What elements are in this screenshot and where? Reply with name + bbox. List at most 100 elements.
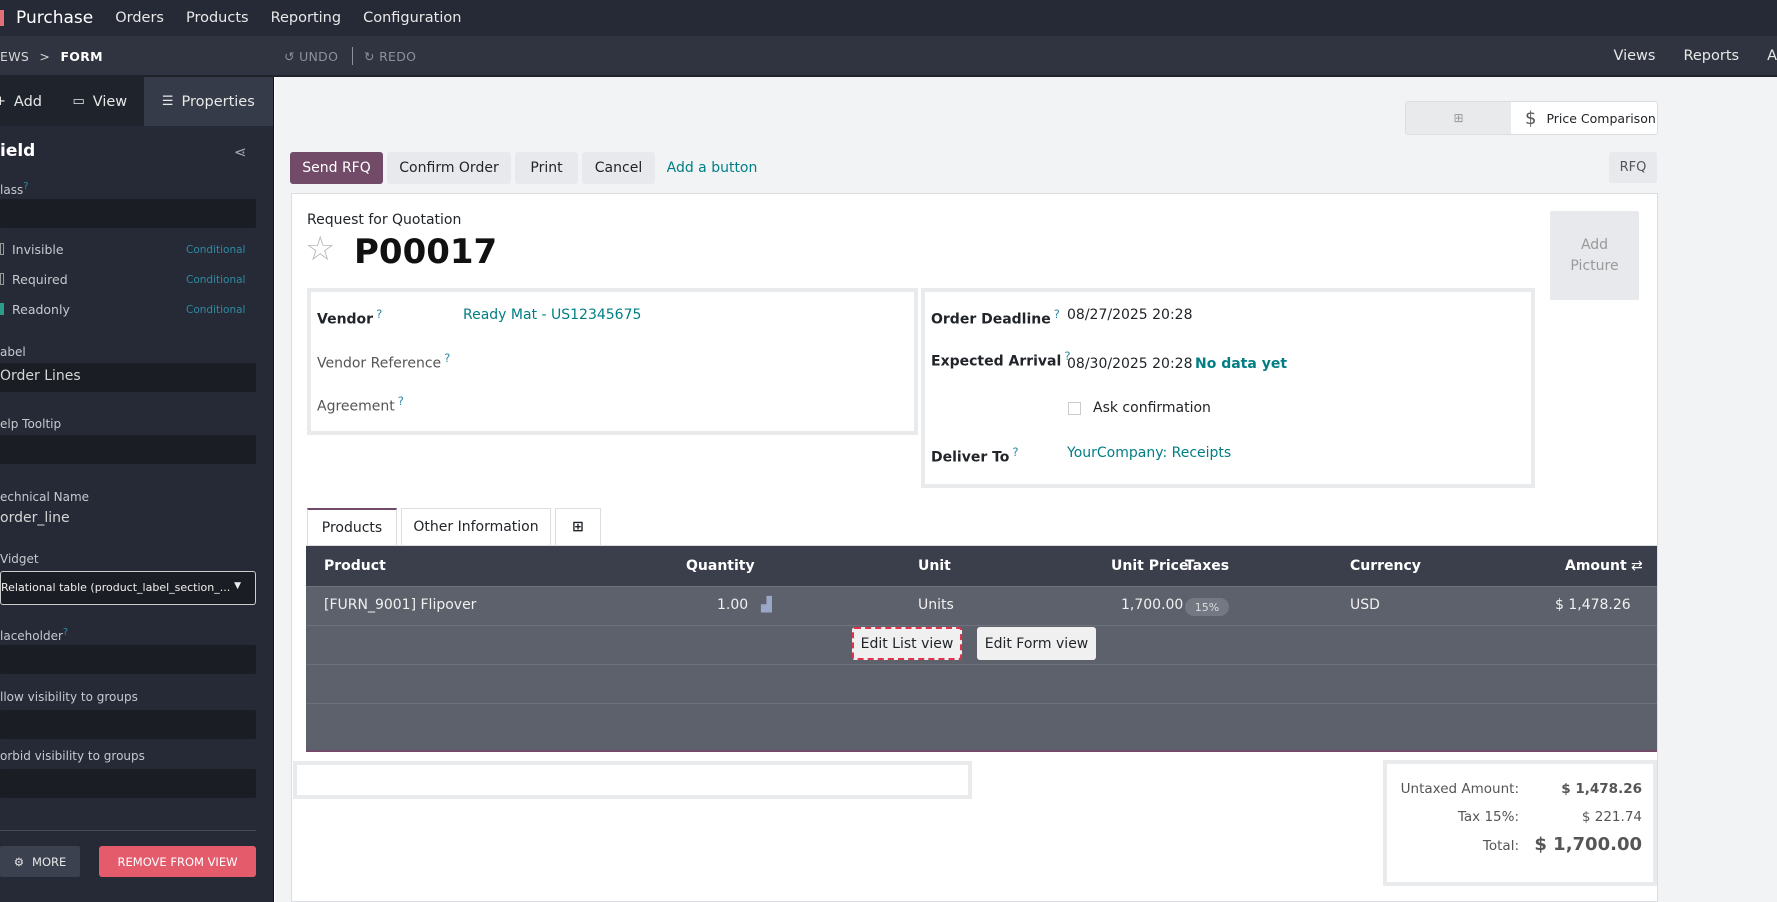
readonly-checkbox[interactable] [0,303,4,315]
order-deadline-label: Order Deadline? [931,307,1060,328]
table-row [306,703,1657,750]
order-lines-table[interactable]: Product Quantity Unit Unit Price Taxes C… [306,546,1657,752]
order-deadline-field[interactable]: 08/27/2025 20:28 [1067,307,1193,323]
remove-from-view-button[interactable]: REMOVE FROM VIEW [99,846,256,877]
sidebar-divider [0,830,256,831]
ask-confirmation-label: Ask confirmation [1093,400,1211,416]
row-tax-badge: 15% [1185,598,1229,616]
status-badge[interactable]: RFQ [1609,152,1657,183]
readonly-conditional-link[interactable]: Conditional [186,304,245,316]
print-button[interactable]: Print [515,152,578,184]
menu-orders[interactable]: Orders [115,10,164,26]
col-currency[interactable]: Currency [1350,558,1421,574]
tab-add[interactable]: + Add [0,77,56,126]
add-smart-button[interactable]: ⊞ [1406,102,1511,134]
vendor-label: Vendor? [317,307,383,328]
allow-groups-input[interactable] [0,710,256,739]
breadcrumb-form: FORM [60,49,103,64]
expected-arrival-field[interactable]: 08/30/2025 20:28 [1067,356,1193,372]
add-a-button-link[interactable]: Add a button [664,152,760,184]
breadcrumb: EWS > FORM [0,49,103,64]
studio-automations-link[interactable]: A [1767,48,1777,64]
placeholder-input[interactable] [0,645,256,674]
forbid-groups-input[interactable] [0,769,256,798]
vendor-reference-label: Vendor Reference? [317,351,451,372]
plus-icon: + [0,94,6,109]
widget-select[interactable]: Relational table (product_label_section_… [0,571,256,605]
tax-label: Tax 15%: [1457,809,1519,825]
studio-reports-link[interactable]: Reports [1683,48,1739,64]
control-panel-buttons: ⊞ $ Price Comparison [1405,101,1658,135]
terms-notes-field[interactable] [293,761,972,799]
tab-view[interactable]: ▭ View [56,77,144,126]
top-navbar: Purchase Orders Products Reporting Confi… [0,0,1777,36]
tab-products[interactable]: Products [307,508,397,545]
share-icon[interactable]: ⋖ [234,143,247,161]
row-amount: $ 1,478.26 [1555,597,1631,613]
deliver-to-field[interactable]: YourCompany: Receipts [1067,445,1231,461]
col-unit-price[interactable]: Unit Price [1111,558,1188,574]
ask-confirmation-checkbox[interactable] [1068,402,1081,415]
send-rfq-button[interactable]: Send RFQ [290,152,383,184]
menu-reporting[interactable]: Reporting [271,10,342,26]
placeholder-label: laceholder? [0,627,69,643]
help-tooltip-label: elp Tooltip [0,417,62,431]
add-page-button[interactable]: ⊞ [555,508,601,545]
studio-sidebar: + Add ▭ View ☰ Properties ield ⋖ lass? I… [0,77,274,902]
menu-configuration[interactable]: Configuration [363,10,461,26]
class-input[interactable] [0,199,256,228]
agreement-label: Agreement? [317,394,404,415]
vendor-field[interactable]: Ready Mat - US12345675 [463,307,641,323]
col-product[interactable]: Product [324,558,386,574]
col-quantity[interactable]: Quantity [686,558,755,574]
confirm-order-button[interactable]: Confirm Order [387,152,511,184]
technical-name-value: order_line [0,510,70,526]
breadcrumb-views[interactable]: EWS [0,49,29,64]
col-unit[interactable]: Unit [918,558,951,574]
menu-products[interactable]: Products [186,10,249,26]
price-comparison-button[interactable]: $ Price Comparison [1511,102,1657,134]
list-icon: ☰ [161,94,174,109]
app-name[interactable]: Purchase [16,8,93,28]
col-taxes[interactable]: Taxes [1185,558,1229,574]
required-label: Required [12,272,68,287]
untaxed-amount-label: Untaxed Amount: [1400,781,1519,797]
breadcrumb-separator: > [39,49,51,64]
untaxed-amount-value: $ 1,478.26 [1561,781,1642,797]
add-picture-button[interactable]: Add Picture [1550,211,1639,300]
edit-form-view-button[interactable]: Edit Form view [977,627,1096,660]
chevron-down-icon: ▼ [234,581,241,591]
no-data-yet-link[interactable]: No data yet [1195,356,1287,372]
label-input[interactable]: Order Lines [0,363,256,392]
widget-label: Vidget [0,552,39,566]
invisible-checkbox[interactable] [0,243,4,255]
undo-button[interactable]: ↺ UNDO [284,49,338,64]
more-button[interactable]: ⚙ MORE [0,846,80,877]
invisible-conditional-link[interactable]: Conditional [186,244,245,256]
label-field-label: abel [0,345,26,359]
total-label: Total: [1482,838,1519,854]
required-checkbox[interactable] [0,273,4,285]
invisible-label: Invisible [12,242,64,257]
help-tooltip-input[interactable] [0,435,256,464]
redo-button[interactable]: ↻ REDO [364,49,416,64]
cancel-button[interactable]: Cancel [582,152,655,184]
forecast-chart-icon[interactable]: ▟ [761,597,772,613]
row-currency: USD [1350,597,1380,613]
star-icon[interactable]: ☆ [305,232,335,266]
required-conditional-link[interactable]: Conditional [186,274,245,286]
total-value: $ 1,700.00 [1534,834,1642,855]
app-menu-icon[interactable] [0,10,4,26]
monitor-icon: ▭ [72,94,85,109]
tab-other-information[interactable]: Other Information [401,508,551,545]
table-row[interactable]: [FURN_9001] Flipover 1.00 ▟ Units 1,700.… [306,586,1657,625]
redo-icon: ↻ [364,49,375,64]
studio-bar: EWS > FORM ↺ UNDO ↻ REDO Views Reports A [0,36,1777,77]
col-amount[interactable]: Amount [1565,558,1627,574]
studio-views-link[interactable]: Views [1613,48,1655,64]
edit-list-view-button[interactable]: Edit List view [852,627,962,660]
column-settings-icon[interactable]: ⇄ [1631,558,1643,574]
row-product: [FURN_9001] Flipover [324,597,477,613]
tab-properties[interactable]: ☰ Properties [143,77,273,126]
document-subtitle: Request for Quotation [307,212,462,228]
